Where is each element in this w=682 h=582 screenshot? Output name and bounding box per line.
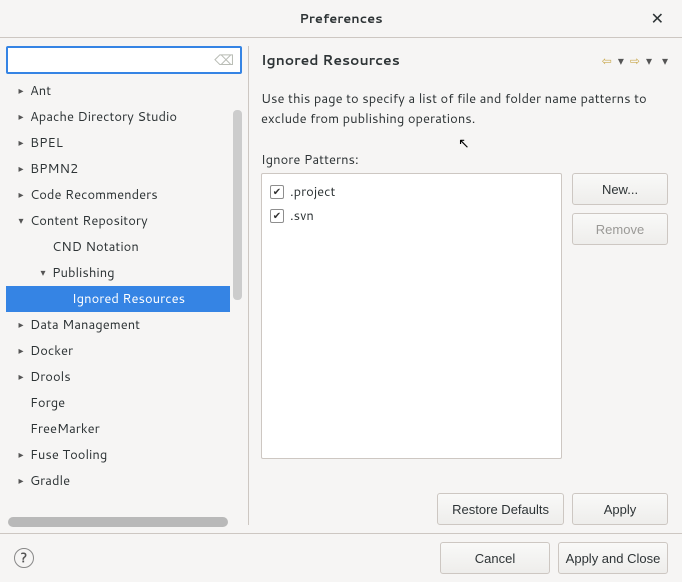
pattern-label: .project (290, 183, 335, 201)
back-menu-icon[interactable]: ▾ (618, 52, 624, 69)
tree-item-label: Apache Directory Studio (30, 108, 177, 126)
tree-item[interactable]: Forge (6, 390, 230, 416)
nav-toolbar: ⇦ ▾ ⇨ ▾ ▾ (602, 52, 668, 69)
tree-item[interactable]: ▸Gradle (6, 468, 230, 494)
tree-item-label: Code Recommenders (30, 186, 158, 204)
expand-closed-icon[interactable]: ▸ (14, 370, 28, 384)
tree-item[interactable]: FreeMarker (6, 416, 230, 442)
new-button[interactable]: New... (572, 173, 668, 205)
expand-open-icon[interactable]: ▾ (14, 214, 28, 228)
tree-item[interactable]: ▸Code Recommenders (6, 182, 230, 208)
vertical-scrollbar[interactable] (233, 110, 242, 300)
patterns-list[interactable]: ✔ .project ✔ .svn (261, 173, 562, 459)
tree-item-label: Content Repository (30, 212, 148, 230)
expand-closed-icon[interactable]: ▸ (14, 136, 28, 150)
tree-item[interactable]: ▸Apache Directory Studio (6, 104, 230, 130)
tree-item[interactable]: ▸Fuse Tooling (6, 442, 230, 468)
clear-icon[interactable]: ⌫ (208, 50, 240, 70)
checkbox[interactable]: ✔ (270, 209, 284, 223)
page-heading: Ignored Resources (261, 50, 400, 70)
close-icon[interactable]: ✕ (643, 3, 672, 34)
tree-item[interactable]: CND Notation (6, 234, 230, 260)
forward-menu-icon[interactable]: ▾ (646, 52, 652, 69)
cancel-button[interactable]: Cancel (440, 542, 550, 574)
tree-item[interactable]: ▾Publishing (6, 260, 230, 286)
tree-item[interactable]: Ignored Resources (6, 286, 230, 312)
expand-closed-icon[interactable]: ▸ (14, 188, 28, 202)
apply-button[interactable]: Apply (572, 493, 668, 525)
tree-item-label: Drools (30, 368, 71, 386)
titlebar: Preferences ✕ (0, 0, 682, 38)
forward-icon[interactable]: ⇨ (630, 52, 640, 69)
restore-defaults-button[interactable]: Restore Defaults (437, 493, 564, 525)
footer: ? Cancel Apply and Close (0, 533, 682, 582)
tree-item[interactable]: ▾Content Repository (6, 208, 230, 234)
main-area: ⌫ ▸Ant▸Apache Directory Studio▸BPEL▸BPMN… (0, 38, 682, 533)
right-panel: Ignored Resources ⇦ ▾ ⇨ ▾ ▾ Use this pag… (249, 38, 682, 533)
tree-item-label: FreeMarker (30, 420, 100, 438)
expand-closed-icon[interactable]: ▸ (14, 84, 28, 98)
horizontal-scrollbar[interactable] (8, 517, 228, 527)
page-description: Use this page to specify a list of file … (261, 90, 668, 129)
expand-closed-icon[interactable]: ▸ (14, 448, 28, 462)
tree-item-label: Publishing (52, 264, 115, 282)
expand-open-icon[interactable]: ▾ (36, 266, 50, 280)
tree-item-label: Data Management (30, 316, 140, 334)
tree-item-label: BPMN2 (30, 160, 78, 178)
expand-closed-icon[interactable]: ▸ (14, 344, 28, 358)
tree-item-label: BPEL (30, 134, 63, 152)
tree-item-label: Gradle (30, 472, 70, 490)
tree-item-label: Ignored Resources (72, 290, 185, 308)
help-icon[interactable]: ? (14, 548, 34, 568)
expand-closed-icon[interactable]: ▸ (14, 110, 28, 124)
expand-closed-icon[interactable]: ▸ (14, 318, 28, 332)
tree-item-label: Fuse Tooling (30, 446, 107, 464)
preferences-tree[interactable]: ▸Ant▸Apache Directory Studio▸BPEL▸BPMN2▸… (6, 78, 242, 513)
expand-closed-icon[interactable]: ▸ (14, 162, 28, 176)
tree-item[interactable]: ▸BPEL (6, 130, 230, 156)
pattern-label: .svn (290, 207, 314, 225)
window-title: Preferences (299, 10, 382, 28)
tree-item[interactable]: ▸Ant (6, 78, 230, 104)
tree-item-label: Ant (30, 82, 51, 100)
tree-item-label: Forge (30, 394, 65, 412)
pattern-item[interactable]: ✔ .project (270, 180, 553, 204)
remove-button: Remove (572, 213, 668, 245)
left-panel: ⌫ ▸Ant▸Apache Directory Studio▸BPEL▸BPMN… (0, 38, 248, 533)
pattern-item[interactable]: ✔ .svn (270, 204, 553, 228)
tree-item[interactable]: ▸Drools (6, 364, 230, 390)
view-menu-icon[interactable]: ▾ (662, 52, 668, 69)
tree-item[interactable]: ▸Data Management (6, 312, 230, 338)
back-icon[interactable]: ⇦ (602, 52, 612, 69)
tree-item-label: Docker (30, 342, 73, 360)
checkbox[interactable]: ✔ (270, 185, 284, 199)
tree-item[interactable]: ▸Docker (6, 338, 230, 364)
filter-input[interactable] (8, 48, 208, 72)
tree-item[interactable]: ▸BPMN2 (6, 156, 230, 182)
filter-field[interactable]: ⌫ (6, 46, 242, 74)
patterns-label: Ignore Patterns: (261, 151, 668, 169)
expand-closed-icon[interactable]: ▸ (14, 474, 28, 488)
apply-and-close-button[interactable]: Apply and Close (558, 542, 668, 574)
tree-item-label: CND Notation (52, 238, 139, 256)
